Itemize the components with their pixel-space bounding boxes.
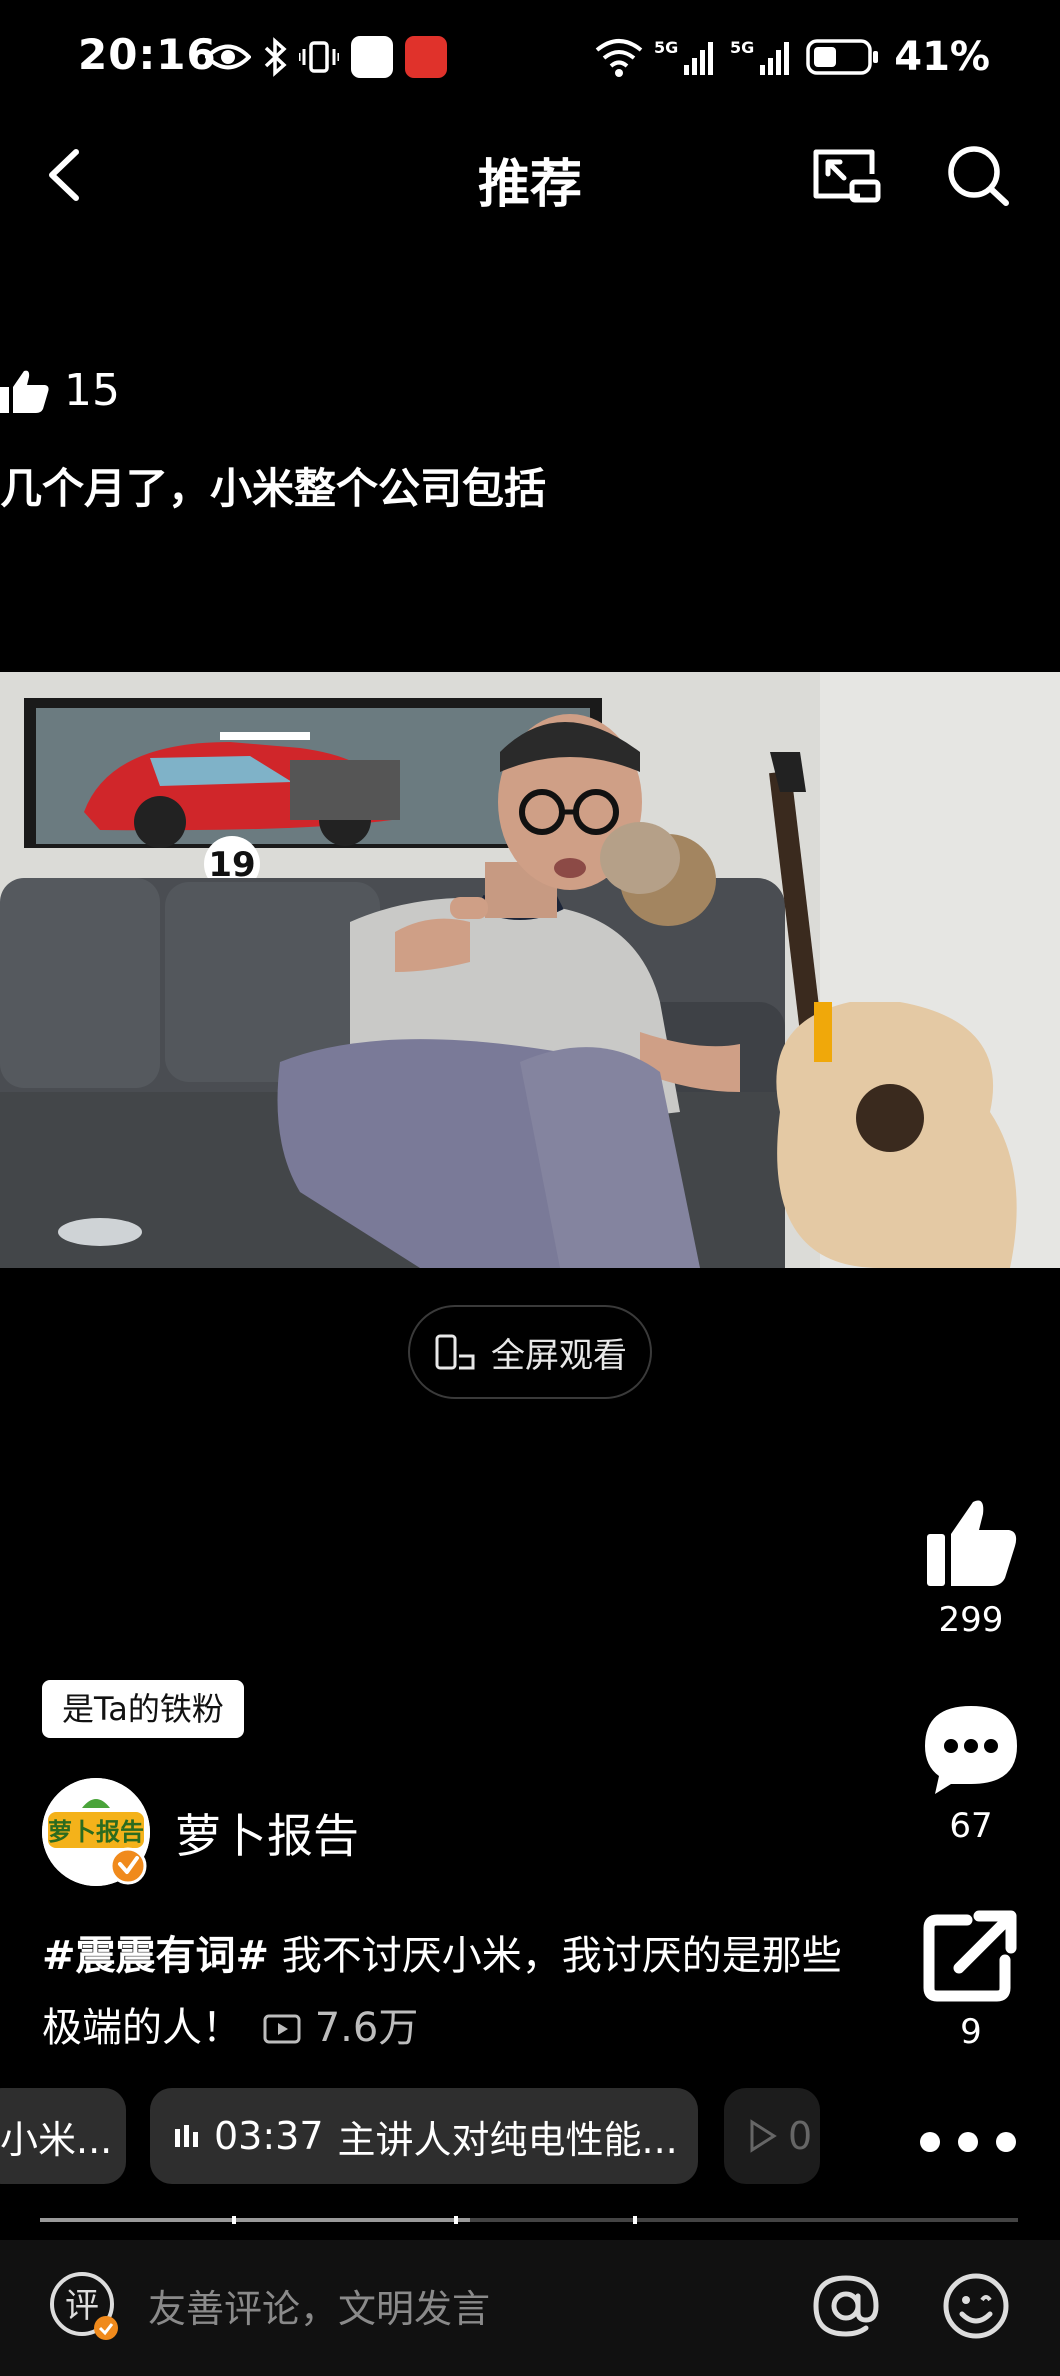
emoji-icon [943,2273,1009,2339]
status-time: 20:16 [78,30,217,79]
status-left-icons [205,32,447,82]
chapter-chip[interactable]: 0 [724,2088,820,2184]
video-description: #震震有词# 我不讨厌小米，我讨厌的是那些极端的人！ 7.6万 [42,1920,842,2064]
more-dot-icon [920,2132,940,2152]
progress-chapter-mark [231,2216,236,2224]
avatar-logo: 萝卜报告 [42,1778,150,1886]
app-icon [405,36,447,78]
status-bar: 20:16 5G 5G 41% [0,0,1060,110]
progress-chapter-mark [453,2216,458,2224]
hashtag-link[interactable]: #震震有词# [42,1933,269,1979]
chapter-chip-active[interactable]: 03:37 主讲人对纯电性能... [150,2088,698,2184]
eye-icon [205,44,251,70]
chapter-chip[interactable]: 小米... [0,2088,126,2184]
video-frame: 19 [0,672,1060,1268]
play-count-icon [263,2014,301,2044]
bluetooth-icon [264,37,287,77]
progress-bar[interactable] [40,2216,1018,2224]
top-nav: 推荐 [0,110,1060,240]
view-count-value: 7.6万 [314,2005,419,2051]
comment-compose-button[interactable]: 评 [48,2270,120,2342]
comment-button[interactable]: 67 [906,1700,1036,1846]
wifi-icon [595,39,643,77]
comment-icon: 评 [50,2272,118,2340]
page-title: 推荐 [477,155,582,215]
signal-icon: 5G [730,38,790,75]
rotate-phone-icon [435,1334,475,1370]
cast-button[interactable] [808,140,884,210]
comment-count: 67 [949,1806,993,1846]
chapter-label: 0 [788,2114,813,2158]
emoji-button[interactable] [940,2270,1012,2342]
share-icon [923,1910,1017,2002]
like-button[interactable]: 299 [906,1494,1036,1640]
comment-bubble-icon [925,1706,1017,1794]
comment-like-count: 15 [64,365,120,416]
search-icon [948,146,1009,206]
video-player[interactable]: 19 [0,672,1060,1268]
bottom-bar: 评 友善评论，文明发言 [0,2240,1060,2376]
progress-chapter-mark [632,2216,637,2224]
search-button[interactable] [940,140,1016,210]
vibrate-icon [299,41,339,73]
battery-icon [806,39,879,75]
comment-input[interactable]: 友善评论，文明发言 [148,2278,490,2333]
share-button[interactable]: 9 [906,1906,1036,2052]
at-icon [813,2275,879,2337]
battery-percent: 41% [894,34,990,80]
comment-like-row: 15 [0,365,120,416]
chapter-label: 小米... [0,2117,113,2162]
author-name[interactable]: 萝卜报告 [175,1800,359,1866]
thumbs-up-icon [0,370,49,413]
comment-icon-char: 评 [65,2286,99,2326]
fan-badge: 是Ta的铁粉 [42,1680,244,1738]
progress-fill [40,2218,471,2222]
fullscreen-button[interactable]: 全屏观看 [408,1305,652,1399]
comment-text: 几个月了，小米整个公司包括 [0,464,547,513]
fullscreen-label: 全屏观看 [491,1335,627,1376]
signal-icon: 5G [654,38,714,75]
thumbs-up-icon [927,1500,1017,1586]
more-dot-icon [996,2132,1016,2152]
chapter-label: 主讲人对纯电性能... [337,2117,678,2162]
view-count: 7.6万 [262,2005,418,2051]
cast-icon [813,149,881,203]
network-label: 5G [654,38,678,57]
app-icon [351,36,393,78]
author-avatar[interactable]: 萝卜报告 [42,1778,150,1886]
mention-button[interactable] [810,2270,882,2342]
audio-bars-icon [175,2125,198,2147]
more-options-button[interactable] [920,2120,1016,2164]
more-dot-icon [958,2132,978,2152]
play-icon [750,2119,777,2153]
status-right-icons: 5G 5G 41% [594,32,990,82]
avatar-text: 萝卜报告 [48,1818,144,1846]
like-count: 299 [938,1600,1004,1640]
network-label: 5G [730,38,754,57]
share-count: 9 [960,2012,982,2052]
chapter-time: 03:37 [214,2114,324,2158]
